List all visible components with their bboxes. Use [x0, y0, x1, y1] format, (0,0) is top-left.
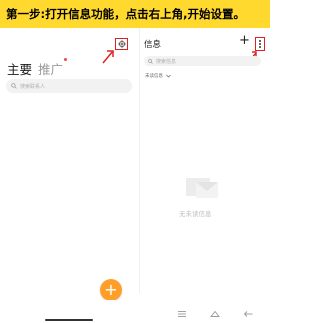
- empty-messages-illustration: [186, 178, 218, 198]
- more-options-button[interactable]: [255, 37, 265, 51]
- search-icon: [148, 58, 153, 64]
- search-icon: [11, 83, 17, 89]
- kebab-dot: [259, 46, 261, 48]
- right-panel: 信息 + 搜索信息 未读信息 无未读信息: [141, 28, 270, 293]
- page-title: 信息: [144, 40, 162, 50]
- kebab-dot: [259, 43, 261, 45]
- gear-icon: [117, 40, 126, 48]
- tab-promo[interactable]: 推广: [38, 58, 68, 78]
- menu-icon[interactable]: [178, 311, 186, 317]
- tab-promo-label: 推广: [38, 62, 64, 77]
- empty-state-text: 无未读信息: [179, 210, 212, 218]
- kebab-dot: [259, 40, 261, 42]
- tab-main[interactable]: 主要: [7, 59, 32, 78]
- left-panel: 主要 推广 搜索联系人 +: [0, 28, 138, 301]
- home-icon[interactable]: [210, 311, 220, 317]
- compose-button[interactable]: +: [100, 279, 122, 301]
- instruction-text: 第一步:打开信息功能，点击右上角,开始设置。: [6, 7, 245, 21]
- chevron-down-icon: [166, 74, 171, 78]
- instruction-banner: 第一步:打开信息功能，点击右上角,开始设置。: [0, 0, 270, 28]
- settings-button[interactable]: [115, 38, 128, 50]
- home-indicator[interactable]: [45, 319, 93, 321]
- annotation-arrow-icon: [102, 50, 114, 64]
- contacts-search-input[interactable]: 搜索联系人: [6, 79, 132, 93]
- plus-icon: +: [104, 280, 118, 299]
- search-placeholder: 搜索信息: [156, 58, 177, 65]
- system-navigation-bar: [0, 300, 270, 323]
- back-icon[interactable]: [244, 311, 253, 318]
- unread-filter-dropdown[interactable]: 未读信息: [145, 73, 171, 79]
- unread-dot: [64, 58, 68, 61]
- search-placeholder: 搜索联系人: [20, 83, 46, 90]
- filter-label: 未读信息: [145, 74, 163, 79]
- panel-divider: [139, 28, 140, 293]
- message-search-input[interactable]: 搜索信息: [144, 56, 261, 66]
- add-icon[interactable]: +: [239, 33, 250, 48]
